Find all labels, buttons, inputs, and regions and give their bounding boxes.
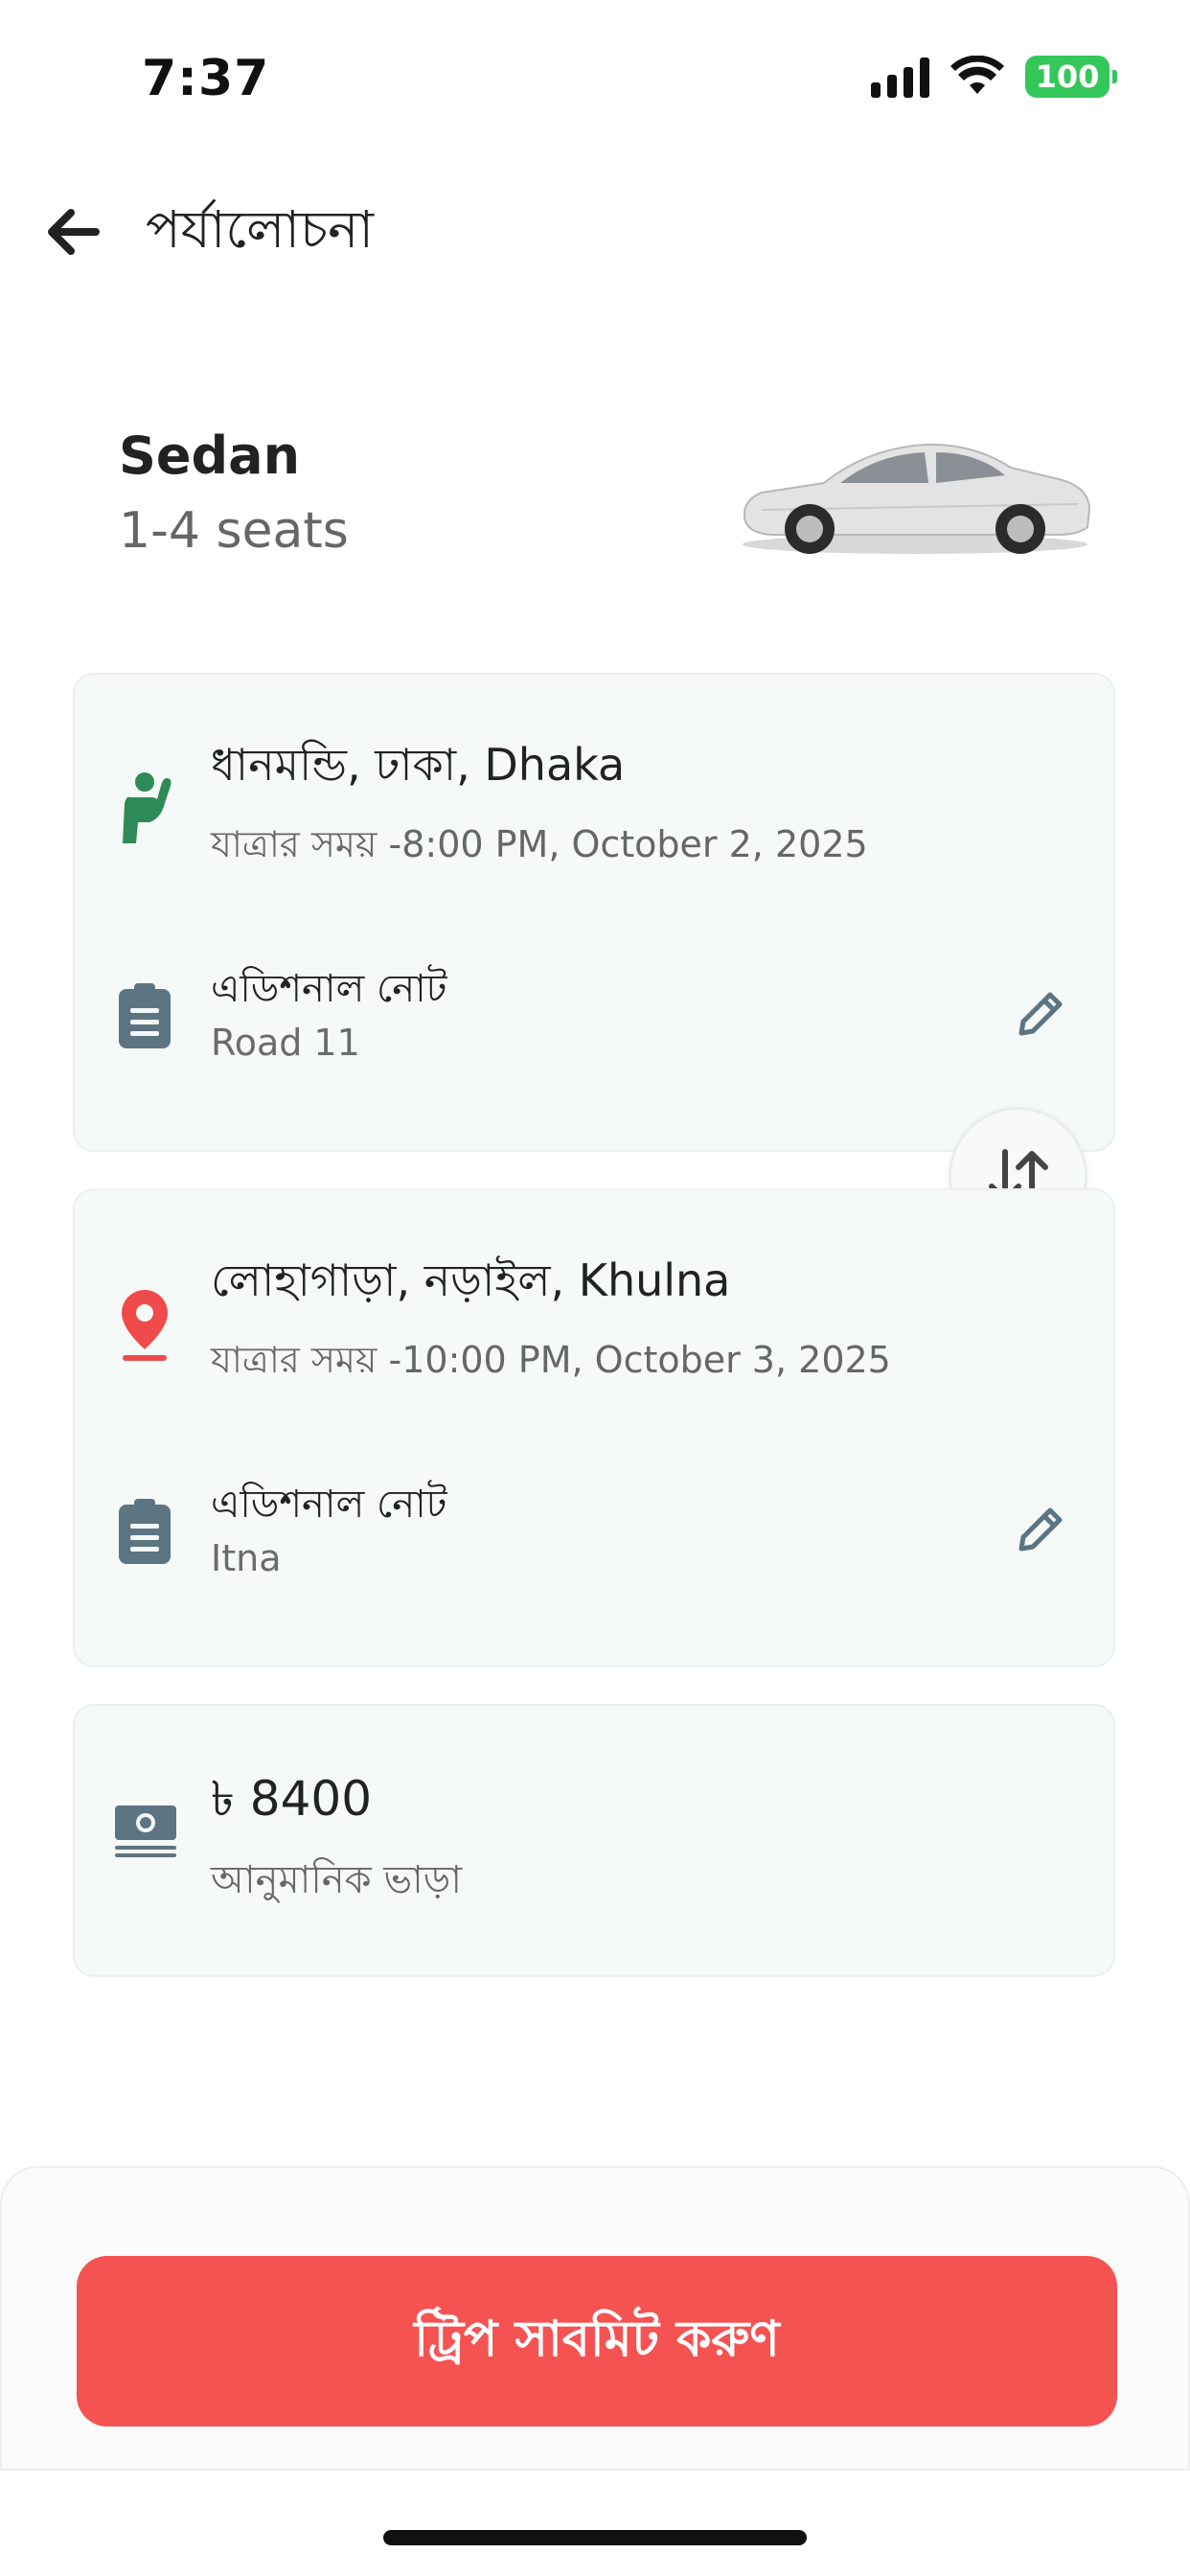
vehicle-name: Sedan	[119, 426, 301, 486]
edit-pickup-note-button[interactable]	[1010, 983, 1071, 1045]
wifi-icon	[950, 56, 1004, 94]
bottom-action-bar: ট্রিপ সাবমিট করুণ	[0, 2166, 1190, 2471]
dropoff-note-value: Itna	[211, 1537, 282, 1579]
pickup-note-value: Road 11	[211, 1022, 360, 1064]
pickup-person-icon	[123, 772, 172, 843]
dropoff-location: লোহাগাড়া, নড়াইল, Khulna	[211, 1254, 731, 1306]
status-bar: 7:37 100	[0, 0, 1190, 153]
back-button[interactable]	[38, 197, 107, 266]
pickup-location: ধানমন্ডি, ঢাকা, Dhaka	[211, 739, 626, 791]
fare-label: আনুমানিক ভাড়া	[211, 1858, 462, 1902]
sedan-car-icon	[743, 443, 1091, 554]
header: পর্যালোচনা	[0, 172, 1190, 288]
pencil-icon	[1018, 1507, 1063, 1552]
submit-trip-button[interactable]: ট্রিপ সাবমিট করুণ	[77, 2256, 1117, 2426]
pickup-card[interactable]: ধানমন্ডি, ঢাকা, Dhaka যাত্রার সময় -8:00…	[73, 673, 1115, 1152]
dropoff-note-label: এডিশনাল নোট	[211, 1483, 447, 1527]
location-pin-icon	[122, 1290, 168, 1361]
battery-icon: 100	[1025, 56, 1117, 98]
vehicle-seats: 1-4 seats	[119, 502, 349, 560]
status-icons: 100	[871, 56, 1117, 98]
dropoff-card[interactable]: লোহাগাড়া, নড়াইল, Khulna যাত্রার সময় -…	[73, 1188, 1115, 1668]
pickup-time: যাত্রার সময় -8:00 PM, October 2, 2025	[211, 823, 868, 865]
fare-card: ৳ 8400 আনুমানিক ভাড়া	[73, 1704, 1115, 1977]
edit-dropoff-note-button[interactable]	[1010, 1499, 1071, 1560]
clipboard-icon	[119, 983, 171, 1048]
cash-icon	[115, 1806, 176, 1857]
dropoff-time: যাত্রার সময় -10:00 PM, October 3, 2025	[211, 1339, 891, 1381]
status-time: 7:37	[142, 50, 270, 107]
home-indicator[interactable]	[383, 2530, 807, 2545]
fare-amount: ৳ 8400	[211, 1771, 373, 1827]
pickup-note-label: এডিশনাল নোট	[211, 967, 447, 1011]
pencil-icon	[1018, 992, 1063, 1036]
signal-icon	[871, 56, 929, 98]
arrow-left-icon	[48, 209, 100, 255]
clipboard-icon	[119, 1499, 171, 1564]
page-title: পর্যালোচনা	[146, 199, 375, 260]
